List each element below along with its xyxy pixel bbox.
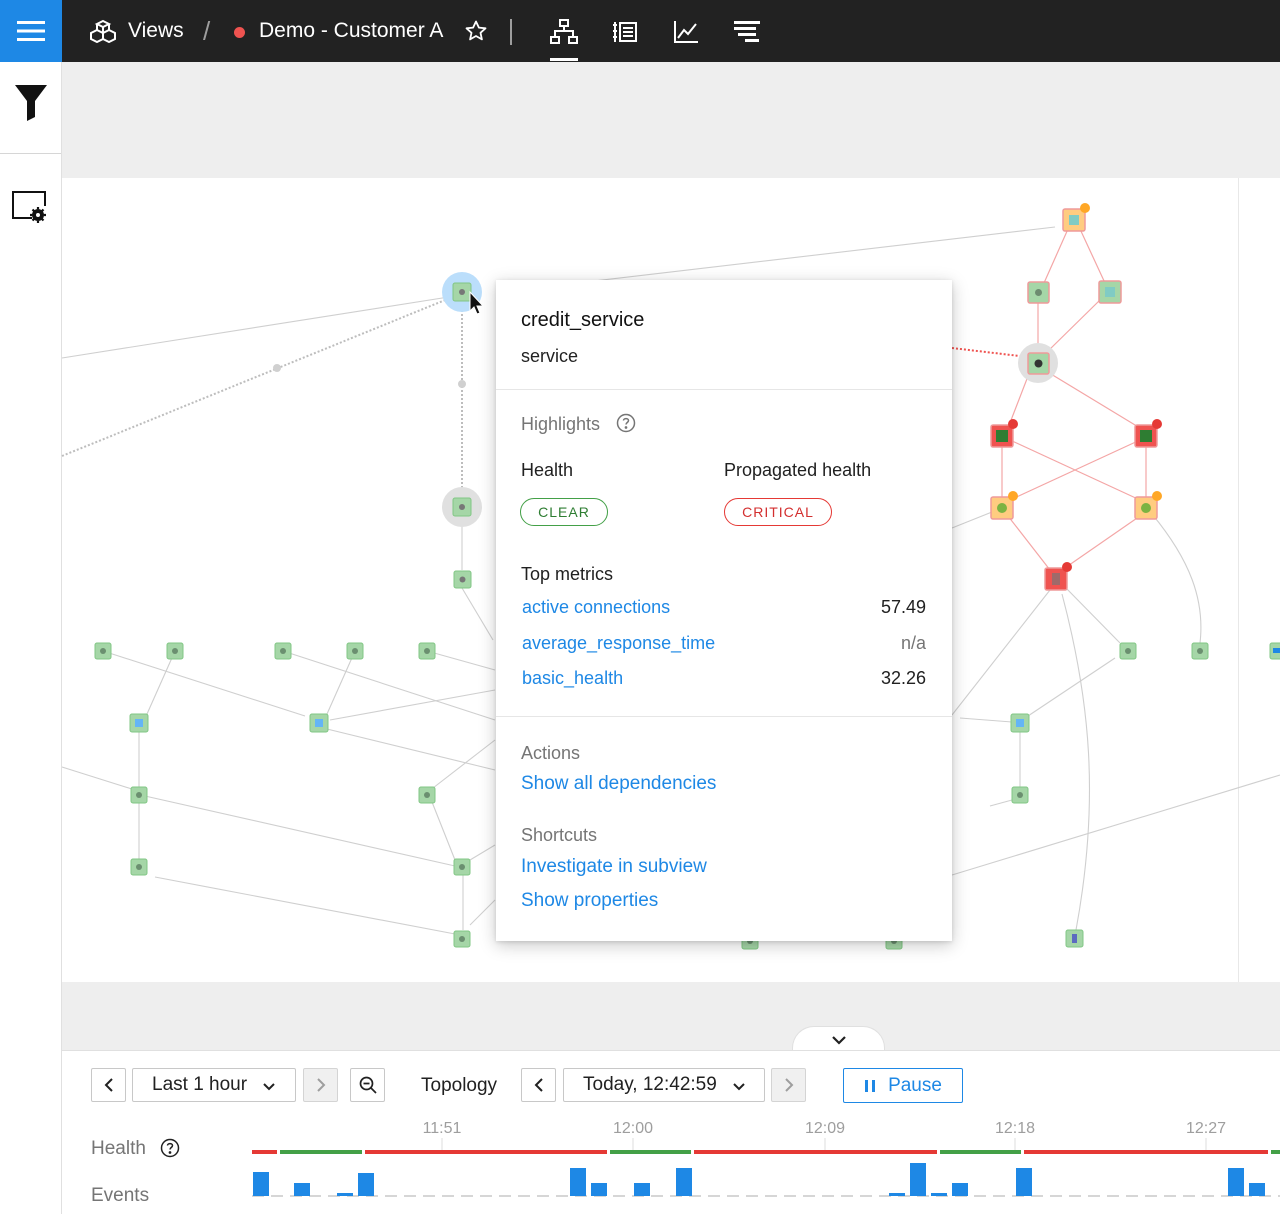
- popup-divider: [496, 716, 952, 717]
- show-properties-link[interactable]: Show properties: [521, 890, 658, 912]
- health-timeline[interactable]: [0, 1134, 1280, 1214]
- canvas-header-area: [62, 62, 1280, 178]
- chevron-down-icon: [263, 1083, 275, 1091]
- metric-value: 57.49: [880, 597, 926, 617]
- chevron-down-icon: [733, 1083, 745, 1091]
- views-cubes-icon: [90, 19, 116, 43]
- range-back-button[interactable]: [91, 1068, 126, 1102]
- view-health-dot: [234, 27, 245, 38]
- timeline-collapse-button[interactable]: [792, 1026, 885, 1052]
- investigate-subview-link[interactable]: Investigate in subview: [521, 856, 707, 878]
- time-range-value: Last 1 hour: [152, 1074, 248, 1095]
- time-range-select[interactable]: Last 1 hour: [132, 1068, 296, 1102]
- popup-type: service: [521, 346, 579, 366]
- metric-basic-health[interactable]: basic_health: [522, 668, 623, 689]
- topology-time-label: Topology: [421, 1075, 498, 1096]
- chevron-right-icon: [316, 1078, 325, 1092]
- view-settings-icon[interactable]: [10, 190, 50, 226]
- propagated-health-label: Propagated health: [724, 460, 872, 480]
- top-metrics-heading: Top metrics: [521, 564, 614, 584]
- metric-average-response-time[interactable]: average_response_time: [522, 633, 715, 654]
- popup-title: credit_service: [521, 309, 645, 331]
- health-badge: CLEAR: [520, 498, 608, 526]
- help-icon[interactable]: [616, 413, 636, 433]
- menu-button[interactable]: [0, 0, 62, 62]
- metric-active-connections[interactable]: active connections: [522, 597, 670, 618]
- zoom-out-icon: [359, 1076, 377, 1094]
- show-all-dependencies-link[interactable]: Show all dependencies: [521, 773, 716, 795]
- pause-button[interactable]: Pause: [843, 1068, 963, 1103]
- toolbar-divider: [510, 19, 512, 45]
- highlights-heading: Highlights: [521, 414, 601, 434]
- health-label: Health: [521, 460, 574, 480]
- pause-icon: [865, 1079, 876, 1092]
- top-bar: Views / Demo - Customer A: [0, 0, 1280, 62]
- topology-time-forward-button[interactable]: [771, 1068, 806, 1102]
- chevron-down-icon: [831, 1035, 846, 1045]
- chevron-left-icon: [534, 1078, 543, 1092]
- traces-tab-icon[interactable]: [733, 19, 761, 45]
- sidebar-divider: [0, 153, 61, 154]
- propagated-health-badge: CRITICAL: [724, 498, 832, 526]
- topology-time-value: Today, 12:42:59: [583, 1074, 717, 1095]
- topology-time-select[interactable]: Today, 12:42:59: [563, 1068, 765, 1102]
- active-tab-indicator: [550, 58, 578, 61]
- metric-value: 32.26: [880, 668, 926, 688]
- filter-icon[interactable]: [14, 84, 48, 122]
- menu-icon: [17, 21, 45, 41]
- view-title: Demo - Customer A: [259, 19, 444, 42]
- zoom-out-button[interactable]: [350, 1068, 385, 1102]
- chevron-left-icon: [104, 1078, 113, 1092]
- views-breadcrumb[interactable]: Views: [128, 19, 184, 43]
- breadcrumb-separator: /: [203, 16, 211, 46]
- topology-time-back-button[interactable]: [521, 1068, 556, 1102]
- events-list-tab-icon[interactable]: [612, 19, 638, 45]
- chevron-right-icon: [784, 1078, 793, 1092]
- component-popup: credit_service service Highlights Health…: [496, 280, 952, 941]
- topology-tab-icon[interactable]: [550, 19, 578, 45]
- metrics-chart-tab-icon[interactable]: [673, 19, 699, 45]
- metric-value: n/a: [900, 633, 926, 653]
- pause-label: Pause: [888, 1074, 942, 1096]
- shortcuts-heading: Shortcuts: [521, 825, 598, 845]
- left-sidebar: [0, 62, 62, 1214]
- popup-divider: [496, 389, 952, 390]
- canvas-right-border: [1238, 178, 1239, 982]
- range-forward-button[interactable]: [303, 1068, 338, 1102]
- actions-heading: Actions: [521, 743, 581, 763]
- star-icon[interactable]: [464, 19, 488, 43]
- canvas-footer-area: [62, 982, 1280, 1050]
